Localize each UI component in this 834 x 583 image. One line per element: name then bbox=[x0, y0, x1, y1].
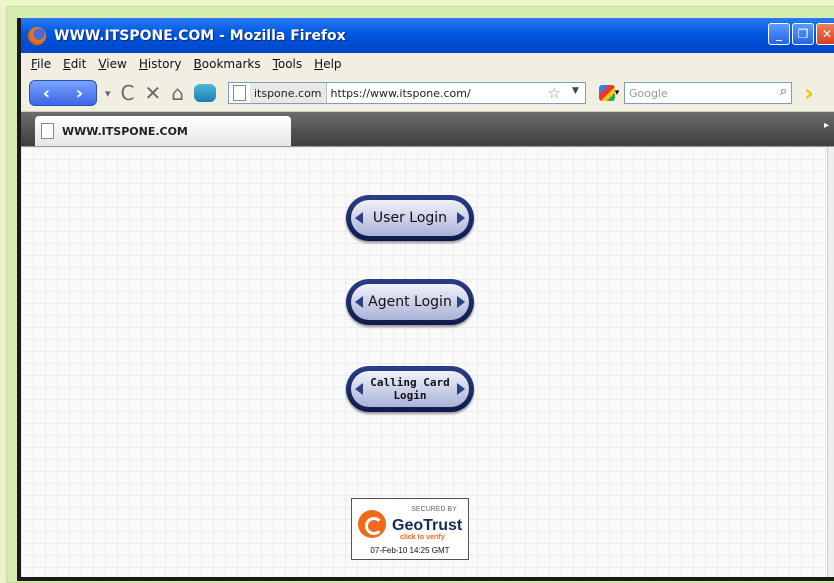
menu-view[interactable]: View bbox=[98, 57, 126, 71]
google-logo-icon bbox=[598, 85, 615, 101]
left-arrow-icon bbox=[355, 296, 363, 308]
site-identity[interactable]: itspone.com bbox=[249, 83, 327, 103]
geotrust-seal[interactable]: SECURED BY GeoTrust click to verify 07-F… bbox=[351, 498, 469, 560]
left-arrow-icon bbox=[355, 383, 363, 395]
minimize-button[interactable]: _ bbox=[768, 23, 790, 45]
window-title: WWW.ITSPONE.COM - Mozilla Firefox bbox=[54, 27, 346, 44]
bookmark-star-icon[interactable]: ☆ bbox=[548, 84, 561, 102]
history-dropdown-icon[interactable]: ▾ bbox=[105, 87, 111, 100]
forward-arrow-icon[interactable]: › bbox=[76, 83, 83, 104]
vertical-scrollbar[interactable] bbox=[827, 147, 834, 577]
url-dropdown-icon[interactable]: ▼ bbox=[572, 86, 579, 96]
menu-file[interactable]: File bbox=[31, 57, 51, 71]
stop-icon[interactable]: ✕ bbox=[145, 81, 162, 105]
address-bar[interactable]: itspone.com https://www.itspone.com/ ☆ ▼ bbox=[227, 82, 586, 104]
url-text[interactable]: https://www.itspone.com/ bbox=[327, 87, 471, 100]
tab-strip: WWW.ITSPONE.COM ▸ bbox=[21, 112, 834, 146]
reload-icon[interactable]: C bbox=[121, 81, 135, 105]
search-engine-dropdown-icon: ▾ bbox=[614, 88, 620, 98]
page-icon bbox=[232, 85, 246, 101]
browser-window: WWW.ITSPONE.COM - Mozilla Firefox _ ❐ ✕ … bbox=[17, 18, 834, 581]
right-arrow-icon bbox=[457, 212, 465, 224]
menu-bar: File Edit View History Bookmarks Tools H… bbox=[21, 53, 834, 75]
seal-date: 07-Feb-10 14:25 GMT bbox=[370, 546, 450, 555]
right-arrow-icon bbox=[457, 383, 465, 395]
tab-page-icon bbox=[41, 123, 54, 139]
toolbar-overflow-chevron-icon[interactable]: › bbox=[804, 79, 814, 107]
user-login-label: User Login bbox=[351, 200, 469, 236]
back-arrow-icon[interactable]: ‹ bbox=[43, 83, 50, 104]
menu-edit[interactable]: Edit bbox=[63, 57, 86, 71]
seal-secured-by: SECURED BY bbox=[411, 506, 457, 513]
site-globe-icon bbox=[193, 84, 216, 102]
menu-tools[interactable]: Tools bbox=[273, 57, 303, 71]
home-icon[interactable]: ⌂ bbox=[171, 81, 184, 105]
tab-label: WWW.ITSPONE.COM bbox=[62, 124, 188, 138]
back-forward-group: ‹ › bbox=[29, 80, 97, 106]
search-icon[interactable]: ⌕ bbox=[780, 84, 787, 99]
tab-scroll-icon[interactable]: ▸ bbox=[824, 120, 834, 138]
firefox-logo-icon bbox=[28, 26, 46, 45]
seal-brand: GeoTrust bbox=[392, 517, 463, 534]
agent-login-button[interactable]: Agent Login bbox=[346, 279, 474, 325]
window-controls: _ ❐ ✕ bbox=[768, 23, 834, 45]
left-arrow-icon bbox=[355, 212, 363, 224]
title-bar: WWW.ITSPONE.COM - Mozilla Firefox _ ❐ ✕ bbox=[21, 18, 834, 53]
menu-help[interactable]: Help bbox=[314, 57, 341, 71]
seal-verify-link[interactable]: click to verify bbox=[400, 534, 445, 541]
page-content: User Login Agent Login Calling Card Logi… bbox=[21, 146, 834, 577]
maximize-button[interactable]: ❐ bbox=[792, 23, 814, 45]
close-button[interactable]: ✕ bbox=[816, 23, 834, 45]
calling-card-login-button[interactable]: Calling Card Login bbox=[346, 366, 474, 412]
search-engine-selector[interactable]: ▾ bbox=[594, 83, 624, 103]
search-input[interactable]: Google ⌕ bbox=[623, 82, 792, 104]
menu-bookmarks[interactable]: Bookmarks bbox=[194, 57, 261, 71]
right-arrow-icon bbox=[457, 296, 465, 308]
navigation-toolbar: ‹ › ▾ C ✕ ⌂ itspone.com https://www.itsp… bbox=[21, 75, 834, 112]
tab-itspone[interactable]: WWW.ITSPONE.COM bbox=[35, 116, 291, 146]
geotrust-logo-icon bbox=[358, 510, 386, 538]
user-login-button[interactable]: User Login bbox=[346, 195, 474, 241]
calling-card-login-label: Calling Card Login bbox=[351, 371, 469, 407]
search-placeholder: Google bbox=[628, 86, 668, 100]
agent-login-label: Agent Login bbox=[351, 284, 469, 320]
menu-history[interactable]: History bbox=[139, 57, 182, 71]
